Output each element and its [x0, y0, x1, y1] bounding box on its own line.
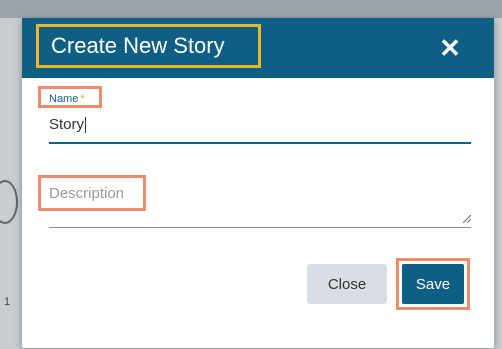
name-label-text: Name: [49, 93, 79, 105]
background-header-strip: [0, 0, 502, 18]
name-field-label: Name *: [49, 93, 85, 105]
name-input-underline: [49, 142, 471, 144]
create-story-dialog: Create New Story ✕ Name * Story Descripti…: [22, 18, 494, 348]
name-input[interactable]: Story: [49, 116, 87, 134]
close-button[interactable]: Close: [307, 264, 387, 304]
background-text: 1: [4, 296, 11, 308]
description-input[interactable]: Description: [49, 185, 124, 202]
required-marker: *: [80, 93, 85, 105]
save-button[interactable]: Save: [402, 264, 464, 304]
name-input-value: Story: [49, 116, 85, 133]
close-icon[interactable]: ✕: [437, 35, 463, 61]
dialog-title: Create New Story: [51, 33, 225, 58]
resize-handle-icon[interactable]: [463, 215, 471, 223]
text-caret: [85, 117, 87, 134]
description-underline: [49, 227, 471, 228]
background-decoration: [0, 180, 18, 224]
dialog-header: Create New Story ✕: [22, 18, 494, 78]
